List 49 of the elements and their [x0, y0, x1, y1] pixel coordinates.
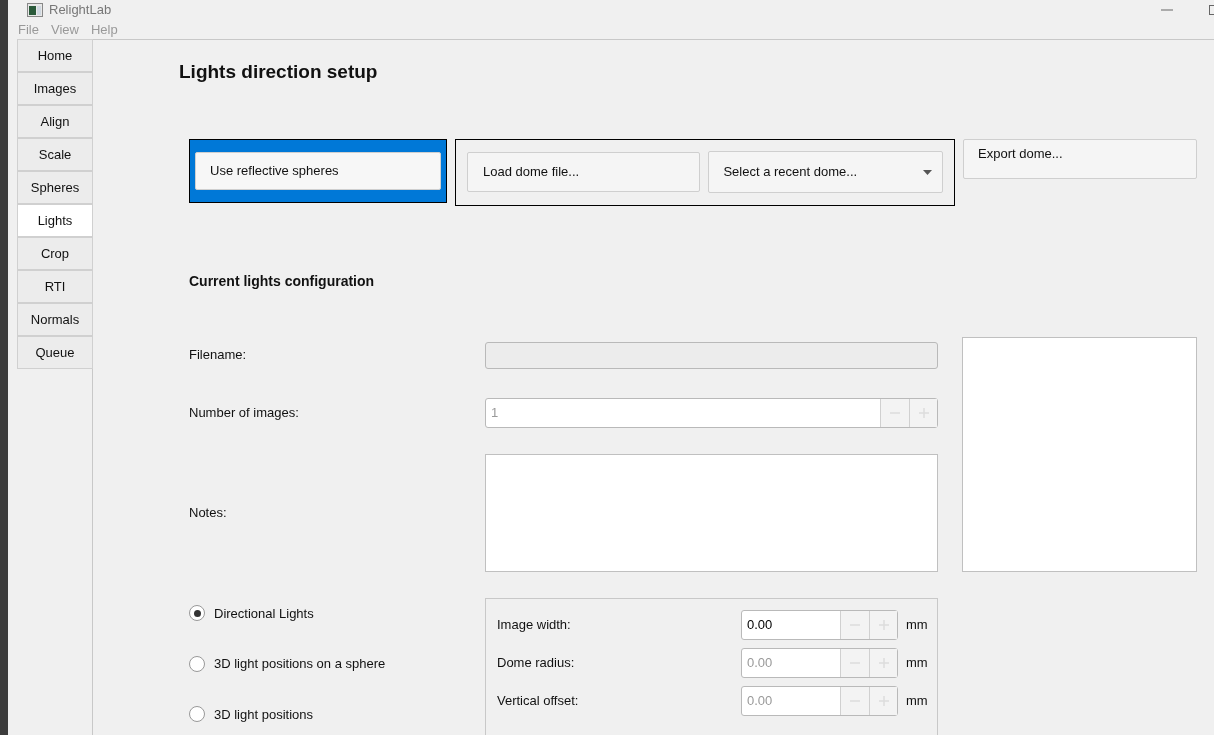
- spin-value: 0.00: [746, 691, 774, 710]
- radio-button[interactable]: [189, 706, 205, 723]
- export-dome-button[interactable]: Export dome...: [963, 138, 1197, 179]
- plus-icon[interactable]: [869, 648, 897, 677]
- field-label: Number of images:: [189, 403, 300, 422]
- radio-button[interactable]: [189, 605, 205, 622]
- side-tab[interactable]: Normals: [17, 303, 93, 336]
- spin-box[interactable]: 0.00: [741, 609, 898, 640]
- side-tab[interactable]: Queue: [17, 336, 93, 369]
- notes-field[interactable]: [485, 453, 938, 572]
- side-tab[interactable]: Lights: [17, 204, 93, 237]
- section-heading: Current lights configuration: [189, 271, 376, 291]
- load-dome-button[interactable]: Load dome file...: [467, 152, 701, 192]
- side-tab[interactable]: Crop: [17, 237, 93, 270]
- minus-icon[interactable]: [840, 610, 869, 639]
- plus-icon[interactable]: [869, 686, 897, 715]
- spheres-button[interactable]: Use reflective spheres: [195, 151, 441, 190]
- field-label: Notes:: [189, 503, 228, 522]
- spin-value: 0.00: [746, 653, 774, 672]
- window-title: RelightLab: [49, 1, 112, 19]
- dropdown-arrow-icon: [923, 169, 932, 175]
- filename-field[interactable]: [485, 341, 938, 369]
- maximize-icon[interactable]: [1209, 4, 1214, 15]
- recent-dome-dropdown[interactable]: Select a recent dome...: [708, 151, 943, 193]
- unit-label: mm: [906, 691, 928, 710]
- side-tab[interactable]: Scale: [17, 138, 93, 171]
- radio-label: 3D light positions: [214, 705, 313, 724]
- radio-label: 3D light positions on a sphere: [214, 655, 386, 673]
- field-label: Filename:: [189, 346, 248, 365]
- field-label: Dome radius:: [497, 653, 576, 672]
- unit-label: mm: [906, 653, 928, 672]
- minus-icon[interactable]: [840, 648, 869, 677]
- spin-value: 0.00: [746, 615, 774, 634]
- spin-value: 1: [490, 403, 500, 422]
- plus-icon[interactable]: [869, 610, 897, 639]
- side-tab[interactable]: Align: [17, 105, 93, 138]
- field-label: Image width:: [497, 615, 572, 634]
- unit-label: mm: [906, 615, 928, 634]
- side-tab[interactable]: Home: [17, 39, 93, 72]
- side-tab[interactable]: RTI: [17, 270, 93, 303]
- plus-icon[interactable]: [909, 398, 937, 427]
- minus-icon[interactable]: [880, 398, 909, 427]
- radio-label: Directional Lights: [214, 604, 314, 623]
- side-tab[interactable]: Images: [17, 72, 93, 105]
- minus-icon[interactable]: [840, 686, 869, 715]
- page-title: Lights direction setup: [179, 60, 379, 84]
- side-tab[interactable]: Spheres: [17, 171, 93, 204]
- radio-button[interactable]: [189, 655, 205, 672]
- field-label: Vertical offset:: [497, 691, 580, 710]
